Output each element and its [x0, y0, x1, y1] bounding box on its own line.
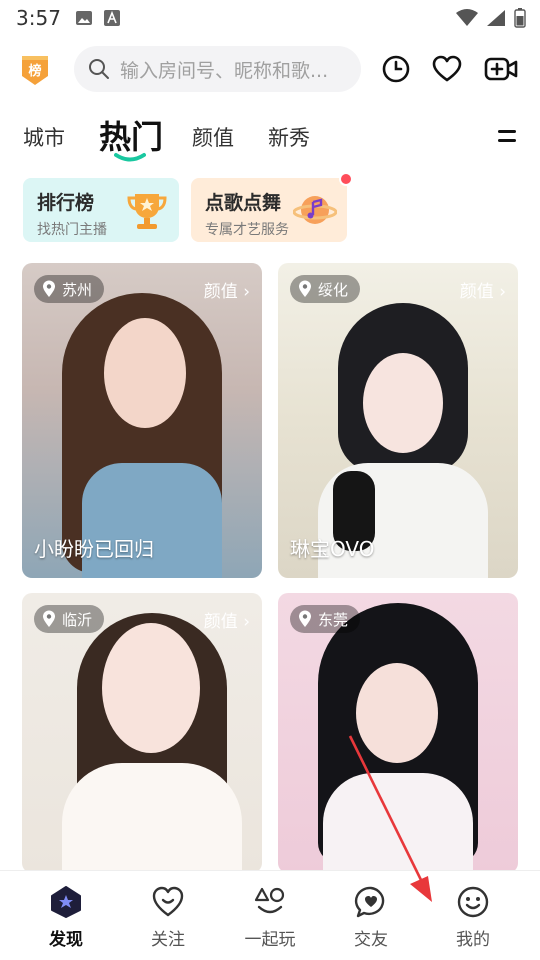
location-label: 绥化 — [318, 280, 349, 299]
live-card-dongguan[interactable]: 东莞 — [278, 593, 518, 873]
nav-label: 发现 — [49, 930, 83, 950]
menu-icon[interactable] — [498, 128, 516, 144]
discover-icon — [51, 886, 81, 918]
location-label: 临沂 — [62, 610, 93, 629]
wifi-icon — [456, 9, 478, 26]
nav-label: 交友 — [354, 930, 388, 950]
live-card-suzhou[interactable]: 苏州 颜值 › 小盼盼已回归 — [22, 263, 262, 578]
category-link[interactable]: 颜值 › — [204, 607, 250, 632]
nav-label: 我的 — [456, 930, 490, 950]
nav-follow[interactable]: 关注 — [123, 885, 213, 950]
active-tab-indicator — [114, 153, 146, 162]
location-tag: 临沂 — [34, 605, 105, 633]
tab-newcomer[interactable]: 新秀 — [268, 122, 310, 152]
portrait-clothing — [62, 763, 242, 873]
search-header: 榜 输入房间号、昵称和歌... — [0, 44, 540, 94]
bottom-navigation: 发现 关注 一起玩 交友 我的 — [0, 870, 540, 960]
tab-city[interactable]: 城市 — [23, 122, 65, 152]
live-card-linyi[interactable]: 临沂 颜值 › — [22, 593, 262, 873]
location-label: 苏州 — [62, 280, 93, 299]
ranking-feature-card[interactable]: 排行榜 找热门主播 — [23, 178, 179, 242]
history-icon[interactable] — [381, 54, 411, 84]
streamer-name: 琳宝OVO — [290, 537, 375, 561]
portrait-face — [363, 353, 443, 453]
location-tag: 苏州 — [34, 275, 105, 303]
notification-dot — [339, 172, 353, 186]
battery-icon — [514, 8, 526, 28]
live-video-icon[interactable] — [484, 54, 518, 84]
status-time: 3:57 — [16, 6, 61, 30]
portrait-face — [102, 623, 200, 753]
nav-label: 一起玩 — [244, 930, 296, 950]
portrait-face — [104, 318, 186, 428]
song-request-feature-card[interactable]: 点歌点舞 专属才艺服务 — [191, 172, 353, 242]
location-label: 东莞 — [318, 610, 349, 629]
music-planet-icon — [293, 196, 337, 224]
nav-label: 关注 — [151, 930, 185, 950]
search-input[interactable]: 输入房间号、昵称和歌... — [74, 46, 361, 92]
portrait-clothing — [323, 773, 473, 873]
rank-badge-label: 榜 — [28, 63, 41, 79]
category-link[interactable]: 颜值 › — [204, 277, 250, 302]
chat-heart-icon — [354, 886, 385, 918]
category-tabs: 城市 热门 颜值 新秀 — [0, 112, 540, 162]
play-together-icon — [254, 887, 285, 914]
category-link[interactable]: 颜值 › — [460, 277, 506, 302]
location-pin-icon — [43, 610, 55, 627]
status-bar: 3:57 — [0, 0, 540, 36]
live-card-suihua[interactable]: 绥化 颜值 › 琳宝OVO — [278, 263, 518, 578]
location-pin-icon — [299, 280, 311, 297]
location-tag: 东莞 — [290, 605, 361, 633]
image-icon — [75, 11, 92, 25]
favorite-icon[interactable] — [432, 54, 462, 84]
nav-mine[interactable]: 我的 — [428, 885, 518, 950]
heart-smile-icon — [152, 886, 184, 917]
tab-looks[interactable]: 颜值 — [192, 122, 234, 152]
location-tag: 绥化 — [290, 275, 361, 303]
location-pin-icon — [299, 610, 311, 627]
rank-badge-icon[interactable]: 榜 — [20, 54, 50, 86]
streamer-name: 小盼盼已回归 — [34, 537, 154, 561]
portrait-face — [356, 663, 438, 763]
app-notification-icon — [103, 10, 120, 26]
trophy-icon — [127, 194, 167, 229]
search-icon — [89, 59, 109, 79]
smile-face-icon — [457, 886, 489, 918]
search-placeholder: 输入房间号、昵称和歌... — [120, 59, 329, 82]
signal-icon — [487, 10, 505, 26]
nav-discover[interactable]: 发现 — [21, 885, 111, 950]
nav-play-together[interactable]: 一起玩 — [225, 885, 315, 950]
location-pin-icon — [43, 280, 55, 297]
nav-make-friends[interactable]: 交友 — [326, 885, 416, 950]
